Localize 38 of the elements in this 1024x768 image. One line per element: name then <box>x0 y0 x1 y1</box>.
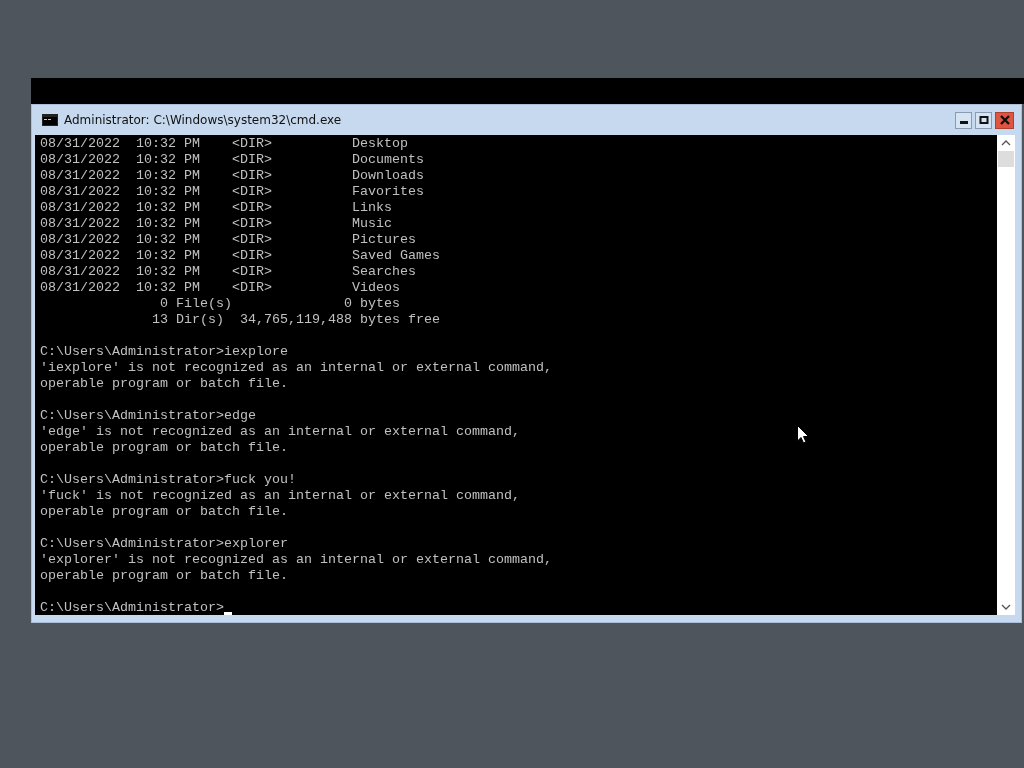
console-line: 'iexplore' is not recognized as an internal or external command, <box>40 360 552 376</box>
console-line: 0 File(s) 0 bytes <box>158 296 400 312</box>
close-icon <box>999 115 1010 125</box>
scrollbar[interactable] <box>997 135 1015 615</box>
console-line: 08/31/2022 10:32 PM <DIR> Downloads <box>40 168 424 184</box>
console-line: C:\Users\Administrator>iexplore <box>40 344 288 360</box>
console-line: 13 Dir(s) 34,765,119,488 bytes free <box>150 312 440 328</box>
console-line: 'explorer' is not recognized as an internal or external command, <box>40 552 552 568</box>
console-line: 08/31/2022 10:32 PM <DIR> Saved Games <box>40 248 440 264</box>
mouse-pointer-icon <box>797 425 809 444</box>
maximize-button[interactable] <box>975 111 992 129</box>
console-line: C:\Users\Administrator>fuck you! <box>40 472 296 488</box>
console-line: operable program or batch file. <box>40 440 288 456</box>
console-icon <box>42 114 58 126</box>
console-line: 08/31/2022 10:32 PM <DIR> Pictures <box>40 232 416 248</box>
scroll-up-icon[interactable] <box>1001 140 1011 146</box>
console-line: 08/31/2022 10:32 PM <DIR> Searches <box>40 264 416 280</box>
console-line: operable program or batch file. <box>40 568 288 584</box>
console-line: 'fuck' is not recognized as an internal or external command, <box>40 488 520 504</box>
console-line: 08/31/2022 10:32 PM <DIR> Videos <box>40 280 400 296</box>
maximize-icon <box>978 115 989 125</box>
console-line: 'edge' is not recognized as an internal or external command, <box>40 424 520 440</box>
close-button[interactable] <box>995 111 1014 129</box>
console-line: operable program or batch file. <box>40 376 288 392</box>
text-cursor <box>223 612 232 615</box>
console-line: 08/31/2022 10:32 PM <DIR> Favorites <box>40 184 424 200</box>
console-line: 08/31/2022 10:32 PM <DIR> Music <box>40 216 392 232</box>
console-line: C:\Users\Administrator>explorer <box>40 536 288 552</box>
command-prompt: C:\Users\Administrator> <box>40 600 224 615</box>
window-title: Administrator: C:\Windows\system32\cmd.exe <box>64 113 342 127</box>
minimize-button[interactable] <box>955 111 972 129</box>
console-line: 08/31/2022 10:32 PM <DIR> Desktop <box>40 136 408 152</box>
scroll-down-icon[interactable] <box>1001 604 1011 610</box>
console-line: 08/31/2022 10:32 PM <DIR> Links <box>40 200 392 216</box>
console-line: operable program or batch file. <box>40 504 288 520</box>
console-line: C:\Users\Administrator>edge <box>40 408 256 424</box>
console-line: 08/31/2022 10:32 PM <DIR> Documents <box>40 152 424 168</box>
scroll-thumb[interactable] <box>998 151 1014 167</box>
